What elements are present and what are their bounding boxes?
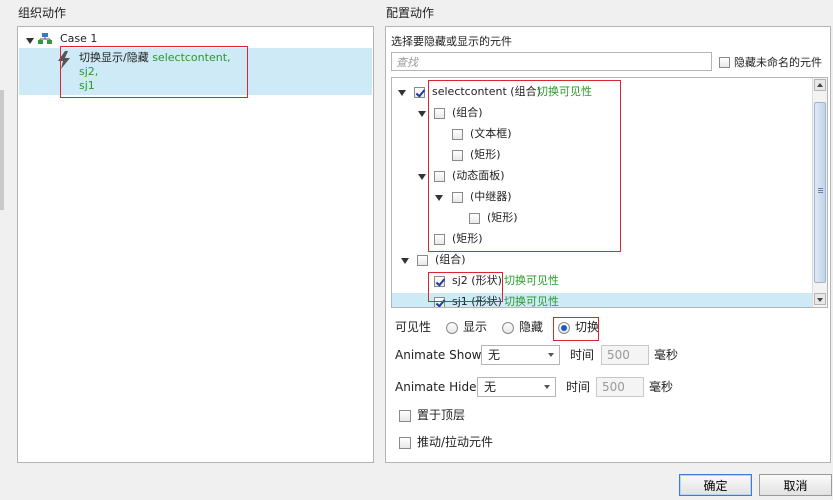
animate-show-unit: 毫秒 [654, 348, 679, 362]
animate-show-time-label: 时间 [570, 348, 595, 362]
scroll-thumb[interactable] [814, 102, 826, 283]
bring-to-front-label: 置于顶层 [417, 408, 466, 422]
push-pull-label: 推动/拉动元件 [417, 435, 494, 449]
ok-button[interactable]: 确定 [679, 474, 752, 496]
hide-radio-label: 隐藏 [519, 320, 544, 334]
hide-unnamed-checkbox[interactable] [719, 57, 730, 68]
cancel-button[interactable]: 取消 [759, 474, 832, 496]
animate-show-time-input[interactable]: 500 [601, 345, 649, 365]
chevron-down-icon [548, 353, 554, 357]
widget-tree: selectcontent (组合) 切换可见性 (组合) (文本框) (矩形)… [391, 77, 828, 308]
animate-show-label: Animate Show [395, 348, 482, 362]
case-label[interactable]: Case 1 [60, 32, 97, 46]
animate-show-value: 无 [488, 348, 501, 362]
tree-note: 切换可见性 [504, 295, 559, 308]
animate-hide-value: 无 [484, 380, 497, 394]
case-tree-panel: Case 1 切换显示/隐藏 selectcontent, sj2, sj1 [17, 26, 374, 463]
animate-hide-label: Animate Hide [395, 380, 477, 394]
tree-scrollbar[interactable] [812, 78, 827, 307]
show-radio-label: 显示 [463, 320, 488, 334]
toggle-highlight-box [553, 317, 599, 341]
scroll-down-button[interactable] [814, 293, 826, 305]
animate-hide-unit: 毫秒 [649, 380, 674, 394]
hide-unnamed-label: 隐藏未命名的元件 [734, 56, 822, 69]
action-highlight-box [60, 46, 248, 98]
config-panel: 选择要隐藏或显示的元件 查找 隐藏未命名的元件 selectcontent (组… [385, 26, 831, 463]
show-radio[interactable] [446, 322, 458, 334]
selectcontent-highlight-box [428, 80, 621, 252]
bring-to-front-checkbox[interactable] [399, 410, 411, 422]
animate-hide-select[interactable]: 无 [477, 377, 556, 397]
animate-hide-time-input[interactable]: 500 [596, 377, 644, 397]
animate-hide-time-label: 时间 [566, 380, 591, 394]
scroll-up-button[interactable] [814, 79, 826, 91]
chevron-down-icon [544, 385, 550, 389]
left-section-title: 组织动作 [18, 6, 67, 20]
push-pull-checkbox[interactable] [399, 437, 411, 449]
animate-show-select[interactable]: 无 [481, 345, 560, 365]
choose-widgets-label: 选择要隐藏或显示的元件 [391, 35, 512, 48]
tree-checkbox[interactable] [414, 87, 425, 98]
visibility-label: 可见性 [395, 320, 432, 334]
case-icon [38, 33, 52, 45]
right-section-title: 配置动作 [386, 6, 435, 20]
hide-radio[interactable] [502, 322, 514, 334]
search-placeholder: 查找 [396, 56, 418, 69]
left-edge-scroll [0, 90, 4, 210]
sj-highlight-box [428, 272, 503, 302]
search-input[interactable]: 查找 [391, 52, 712, 71]
collapse-icon[interactable] [26, 38, 34, 44]
tree-checkbox[interactable] [417, 255, 428, 266]
tree-label: (组合) [435, 253, 466, 266]
tree-note: 切换可见性 [504, 274, 559, 287]
